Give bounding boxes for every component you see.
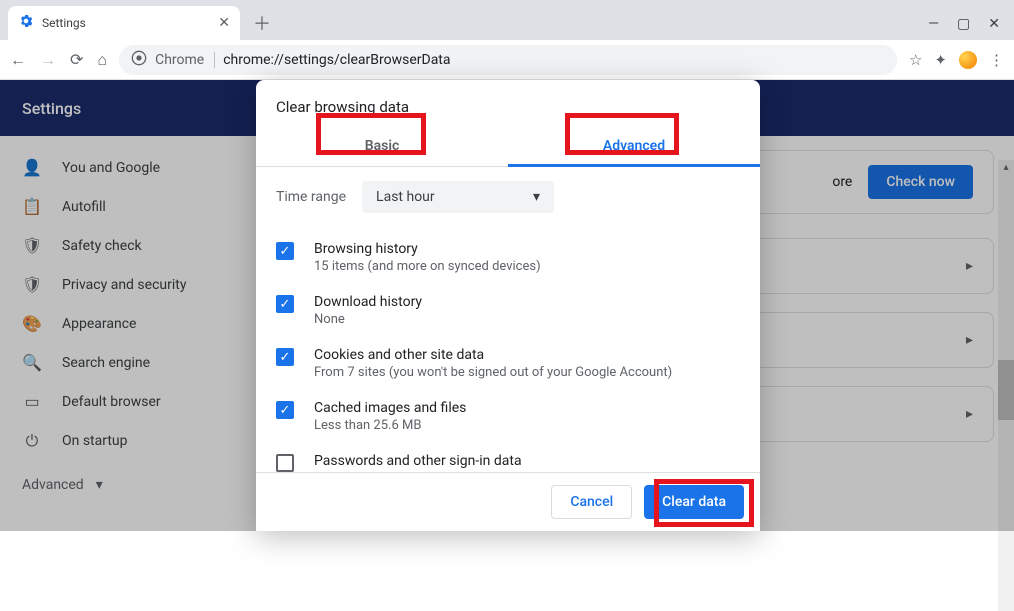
tab-basic[interactable]: Basic bbox=[256, 126, 508, 166]
checkbox-icon[interactable] bbox=[276, 454, 294, 472]
cancel-button[interactable]: Cancel bbox=[551, 485, 632, 519]
omnibox-scheme: Chrome bbox=[155, 52, 215, 68]
browser-menu-icon[interactable]: ⋮ bbox=[989, 51, 1004, 69]
time-range-select[interactable]: Last hour ▾ bbox=[362, 181, 554, 213]
forward-icon[interactable]: → bbox=[40, 50, 56, 70]
time-range-row: Time range Last hour ▾ bbox=[276, 181, 740, 213]
browser-titlebar: Settings ✕ ＋ — ▢ ✕ bbox=[0, 0, 1014, 40]
omnibox-url: chrome://settings/clearBrowserData bbox=[223, 52, 450, 68]
option-browsing-history[interactable]: ✓ Browsing history15 items (and more on … bbox=[276, 231, 740, 284]
window-controls: — ▢ ✕ bbox=[928, 16, 1014, 40]
browser-tab[interactable]: Settings ✕ bbox=[8, 6, 240, 40]
maximize-icon[interactable]: ▢ bbox=[957, 16, 970, 32]
address-bar[interactable]: Chrome chrome://settings/clearBrowserDat… bbox=[119, 45, 897, 75]
extension-badge-icon[interactable] bbox=[959, 51, 977, 69]
new-tab-button[interactable]: ＋ bbox=[248, 9, 276, 37]
dropdown-caret-icon: ▾ bbox=[533, 189, 540, 205]
option-cached-images[interactable]: ✓ Cached images and filesLess than 25.6 … bbox=[276, 390, 740, 443]
time-range-label: Time range bbox=[276, 189, 346, 205]
minimize-icon[interactable]: — bbox=[928, 16, 939, 32]
site-info-icon[interactable] bbox=[131, 50, 147, 70]
tab-title: Settings bbox=[42, 16, 210, 30]
settings-gear-icon bbox=[18, 13, 34, 33]
clear-browsing-data-dialog: Clear browsing data Basic Advanced Time … bbox=[256, 80, 760, 531]
tab-advanced[interactable]: Advanced bbox=[508, 126, 760, 166]
option-passwords[interactable]: Passwords and other sign-in dataNone bbox=[276, 443, 740, 472]
checkbox-icon[interactable]: ✓ bbox=[276, 348, 294, 366]
tab-close-icon[interactable]: ✕ bbox=[218, 15, 230, 31]
close-window-icon[interactable]: ✕ bbox=[988, 16, 1000, 32]
browser-toolbar: ← → ⟳ ⌂ Chrome chrome://settings/clearBr… bbox=[0, 40, 1014, 80]
checkbox-icon[interactable]: ✓ bbox=[276, 295, 294, 313]
option-cookies[interactable]: ✓ Cookies and other site dataFrom 7 site… bbox=[276, 337, 740, 390]
clear-data-button[interactable]: Clear data bbox=[644, 485, 744, 519]
option-download-history[interactable]: ✓ Download historyNone bbox=[276, 284, 740, 337]
checkbox-icon[interactable]: ✓ bbox=[276, 401, 294, 419]
dialog-tabs: Basic Advanced bbox=[256, 126, 760, 167]
dialog-footer: Cancel Clear data bbox=[256, 472, 760, 531]
dialog-body: Time range Last hour ▾ ✓ Browsing histor… bbox=[256, 167, 760, 472]
reload-icon[interactable]: ⟳ bbox=[70, 50, 83, 70]
back-icon[interactable]: ← bbox=[10, 50, 26, 70]
extensions-icon[interactable]: ✦ bbox=[934, 51, 947, 69]
checkbox-icon[interactable]: ✓ bbox=[276, 242, 294, 260]
bookmark-star-icon[interactable]: ☆ bbox=[909, 51, 922, 69]
home-icon[interactable]: ⌂ bbox=[97, 50, 107, 70]
dialog-title: Clear browsing data bbox=[256, 80, 760, 126]
